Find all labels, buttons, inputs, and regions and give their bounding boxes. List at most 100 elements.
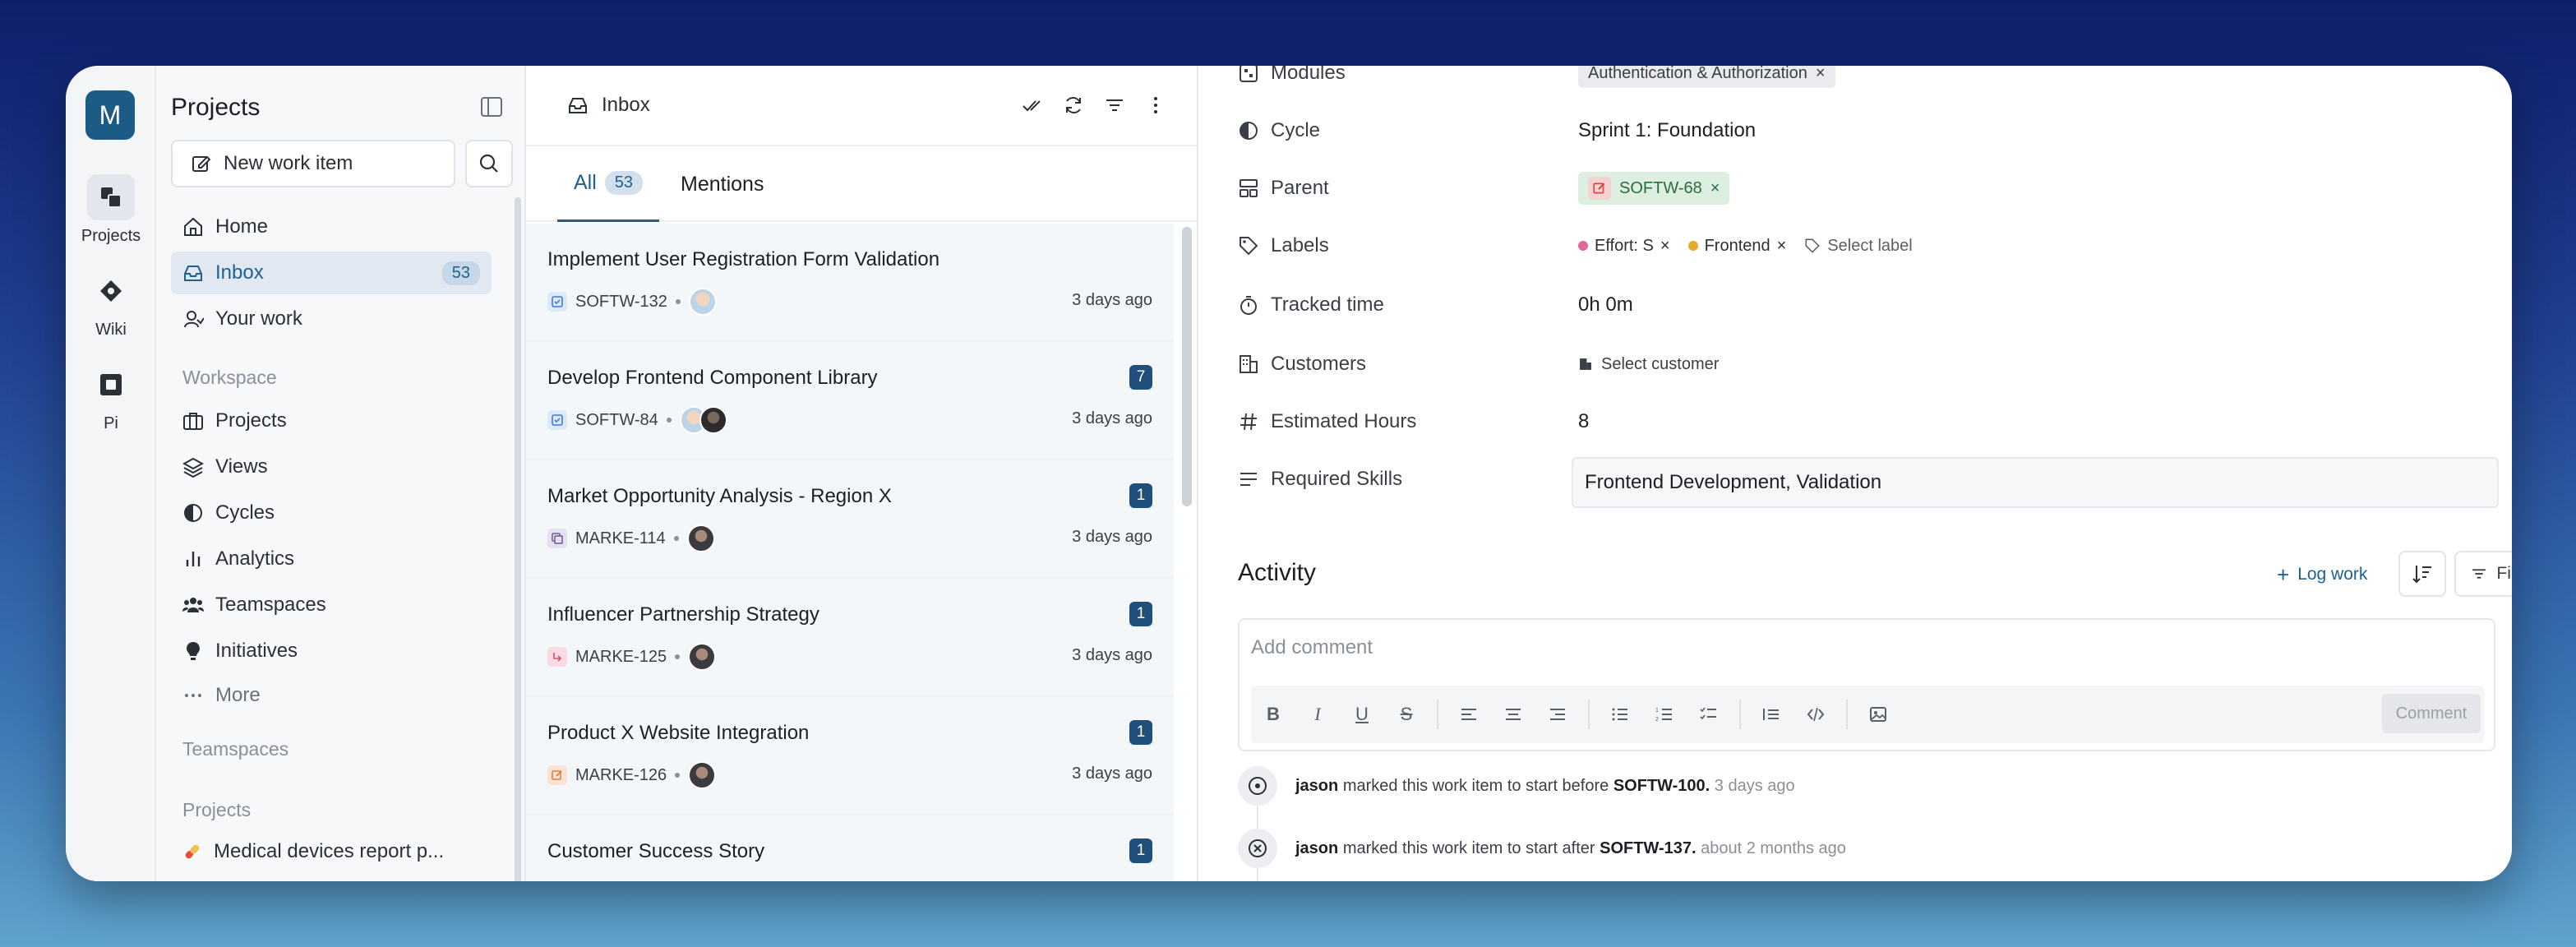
remove-icon[interactable]: × (1660, 237, 1670, 256)
module-chip[interactable]: Authentication & Authorization × (1578, 66, 1835, 88)
checklist-icon[interactable] (1695, 700, 1723, 728)
align-right-icon[interactable] (1544, 700, 1572, 728)
sidebar-toggle-icon[interactable] (480, 95, 503, 118)
activity-ref[interactable]: SOFTW-100. (1613, 777, 1710, 795)
nav-initiatives-label: Initiatives (215, 640, 298, 662)
activity-title: Activity (1238, 559, 1317, 586)
plus-icon: + (2277, 561, 2290, 587)
rail-item-projects[interactable]: Projects (66, 174, 156, 246)
inbox-item[interactable]: Implement User Registration Form Validat… (526, 224, 1174, 342)
align-left-icon[interactable] (1455, 700, 1483, 728)
inbox-panel: Inbox All 53 Mentions Implement User Reg… (526, 66, 1198, 881)
nav-views[interactable]: Views (171, 446, 492, 488)
inbox-item-title: Implement User Registration Form Validat… (547, 248, 940, 270)
project-item-label: Medical devices report p... (214, 840, 445, 862)
italic-icon[interactable]: I (1304, 700, 1332, 728)
activity-entry: jason marked this work item to start bef… (1238, 766, 1795, 806)
prop-cycle: Cycle (1238, 110, 1320, 151)
teamspaces-section-label[interactable]: Teamspaces (182, 738, 289, 760)
nav-your-work[interactable]: Your work (171, 298, 492, 340)
workspace-avatar[interactable]: M (85, 90, 135, 140)
modules-value[interactable]: Authentication & Authorization × (1578, 66, 1835, 94)
avatar (688, 643, 717, 671)
nav-more-label: More (215, 684, 261, 706)
building-icon (1580, 358, 1591, 370)
remove-icon[interactable]: × (1777, 237, 1787, 256)
inbox-item-meta: MARKE-125 (547, 643, 717, 671)
bold-icon[interactable]: B (1259, 700, 1287, 728)
search-button[interactable] (465, 140, 513, 187)
activity-ref[interactable]: SOFTW-137. (1600, 839, 1696, 857)
inbox-item[interactable]: Market Opportunity Analysis - Region X 1… (526, 460, 1174, 579)
parent-value[interactable]: SOFTW-68 × (1578, 168, 1730, 209)
nav-analytics[interactable]: Analytics (171, 538, 492, 580)
cycle-icon (1240, 122, 1258, 140)
sort-icon (2412, 566, 2431, 584)
bullet-list-icon[interactable] (1606, 700, 1634, 728)
filters-label: Filters (2496, 564, 2512, 583)
align-center-icon[interactable] (1499, 700, 1527, 728)
tab-all[interactable]: All 53 (557, 146, 660, 222)
filter-icon[interactable] (1103, 94, 1126, 117)
remove-icon[interactable]: × (1710, 179, 1720, 198)
nav-more[interactable]: More (171, 674, 492, 717)
label-dot (1687, 241, 1698, 251)
inbox-item-id: MARKE-125 (575, 647, 667, 666)
select-customer-button[interactable]: Select customer (1578, 344, 1719, 385)
inbox-scrollbar[interactable] (1182, 227, 1192, 506)
project-item-medical[interactable]: Medical devices report p... (171, 830, 492, 873)
tab-mentions[interactable]: Mentions (681, 146, 764, 222)
nav-initiatives[interactable]: Initiatives (171, 630, 492, 672)
workspace-section-label: Workspace (182, 367, 277, 388)
sort-button[interactable] (2398, 551, 2446, 597)
cycle-value[interactable]: Sprint 1: Foundation (1578, 110, 1756, 151)
parent-chip-label: SOFTW-68 (1619, 178, 1702, 197)
tracked-time-value[interactable]: 0h 0m (1578, 284, 1633, 326)
image-icon[interactable] (1864, 700, 1892, 728)
nav-inbox[interactable]: Inbox 53 (171, 252, 492, 294)
nav-home[interactable]: Home (171, 206, 492, 248)
strikethrough-icon[interactable]: S (1392, 700, 1420, 728)
log-work-button[interactable]: + Log work (2277, 551, 2367, 598)
inbox-item[interactable]: Product X Website Integration 1 MARKE-12… (526, 697, 1174, 815)
label-chip-frontend[interactable]: Frontend × (1687, 237, 1787, 256)
inbox-item[interactable]: Influencer Partnership Strategy 1 MARKE-… (526, 579, 1174, 697)
select-label-button[interactable]: Select label (1804, 237, 1913, 256)
numbered-list-icon[interactable]: 12 (1650, 700, 1678, 728)
projects-section-label[interactable]: Projects (182, 799, 251, 821)
code-icon[interactable] (1802, 700, 1830, 728)
label-effort-text: Effort: S (1595, 236, 1654, 255)
prop-parent: Parent (1238, 168, 1329, 209)
refresh-icon[interactable] (1062, 94, 1085, 117)
home-icon (184, 217, 202, 236)
prop-tracked-label: Tracked time (1271, 293, 1384, 316)
new-work-item-button[interactable]: New work item (171, 140, 455, 187)
quote-icon[interactable] (1757, 700, 1785, 728)
comment-placeholder[interactable]: Add comment (1251, 636, 1373, 659)
filters-button[interactable]: Filters (2454, 551, 2512, 597)
nav-teamspaces[interactable]: Teamspaces (171, 584, 492, 626)
required-skills-input[interactable]: Frontend Development, Validation (1572, 457, 2499, 508)
comment-editor[interactable]: Add comment B I U S 12 Comment (1238, 618, 2495, 751)
rail-item-wiki[interactable]: Wiki (66, 268, 156, 340)
comment-submit-button[interactable]: Comment (2382, 694, 2481, 733)
estimated-hours-value[interactable]: 8 (1578, 401, 1589, 442)
activity-time: about 2 months ago (1701, 838, 1846, 857)
activity-user: jason (1295, 838, 1339, 857)
rail-item-pi[interactable]: Pi (66, 362, 156, 433)
parent-chip[interactable]: SOFTW-68 × (1578, 172, 1730, 205)
underline-icon[interactable]: U (1348, 700, 1376, 728)
remove-icon[interactable]: × (1816, 66, 1826, 83)
more-vertical-icon[interactable] (1144, 94, 1167, 117)
nav-cycles[interactable]: Cycles (171, 492, 492, 534)
check-all-icon[interactable] (1021, 94, 1044, 117)
nav-projects[interactable]: Projects (171, 400, 492, 442)
task-type-icon (547, 410, 567, 430)
sidebar-scrollbar[interactable] (515, 197, 521, 881)
module-chip-label: Authentication & Authorization (1588, 66, 1807, 82)
inbox-item[interactable]: Customer Success Story 1 (526, 815, 1174, 881)
label-chip-effort[interactable]: Effort: S × (1578, 237, 1670, 256)
inbox-item[interactable]: Develop Frontend Component Library 7 SOF… (526, 342, 1174, 460)
bar-chart-icon (186, 552, 201, 566)
labels-value: Effort: S × Frontend × Select label (1578, 225, 1913, 266)
